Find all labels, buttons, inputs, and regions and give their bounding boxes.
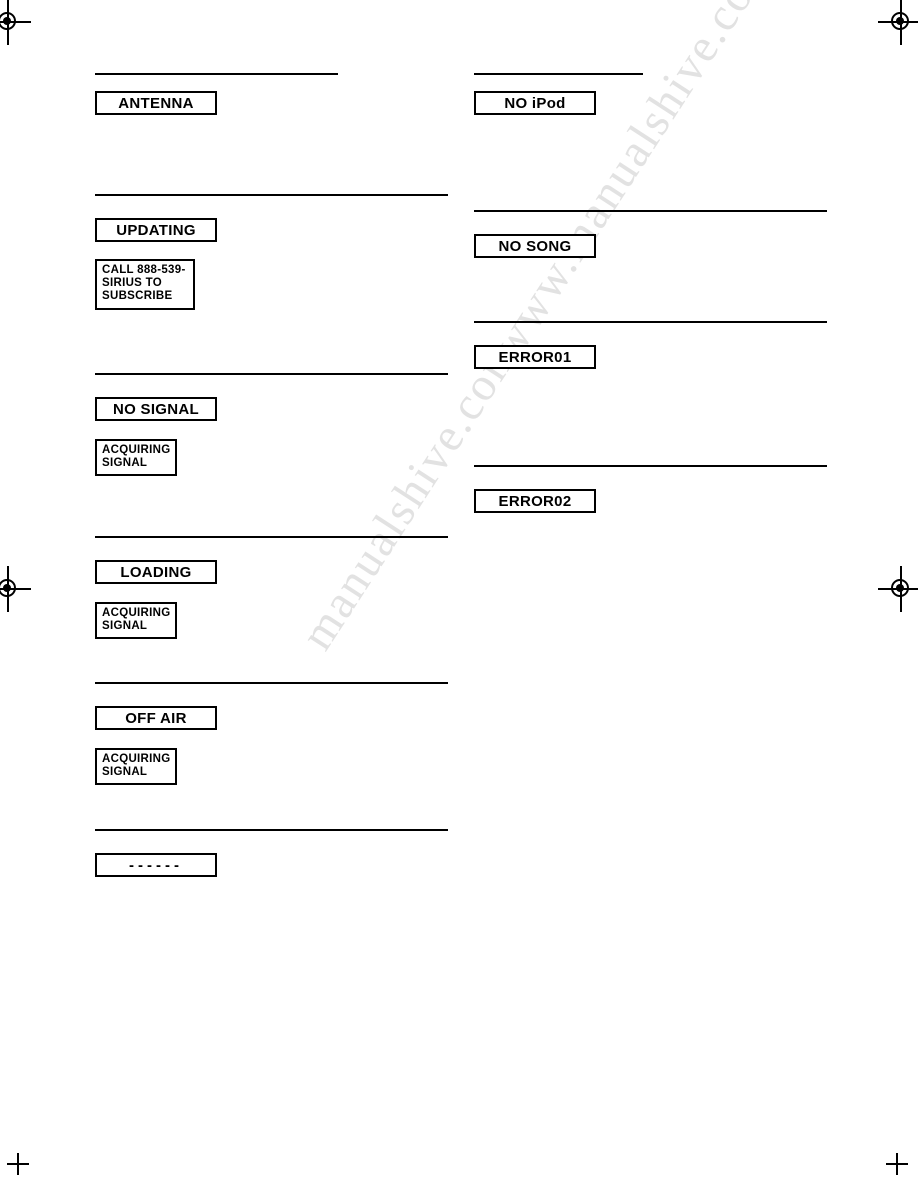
display-submessage-line: SUBSCRIBE [102, 290, 173, 303]
display-message-error02: ERROR02 [474, 489, 596, 513]
display-message-no-signal: NO SIGNAL [95, 397, 217, 421]
display-message-dashes: ------ [95, 853, 217, 877]
display-submessage-line: ACQUIRING [102, 753, 171, 765]
display-message-no-ipod: NO iPod [474, 91, 596, 115]
watermark-line-1: www.manualshive.com [480, 0, 786, 369]
watermark: www.manualshive.com manualshive.com [150, 0, 790, 890]
section-rule-no-ipod [474, 73, 643, 75]
crop-mark-horizontal-line [7, 1163, 29, 1165]
display-submessage-line: SIGNAL [102, 457, 148, 470]
section-rule-off-air [95, 682, 448, 684]
registration-mark-dot [3, 584, 11, 592]
section-rule-no-song [474, 210, 827, 212]
display-submessage-acquiring-signal-1: ACQUIRING SIGNAL [95, 439, 177, 477]
crop-mark-horizontal-line [886, 1163, 908, 1165]
manual-page: www.manualshive.com manualshive.com ANTE… [0, 0, 918, 1188]
registration-mark-top-right [878, 0, 918, 45]
display-message-no-song: NO SONG [474, 234, 596, 258]
section-rule-no-signal [95, 373, 448, 375]
section-rule-error02 [474, 465, 827, 467]
display-submessage-line: ACQUIRING [102, 444, 171, 456]
display-submessage-line: ACQUIRING [102, 607, 171, 619]
section-rule-loading [95, 536, 448, 538]
display-message-loading: LOADING [95, 560, 217, 584]
display-submessage-line: CALL 888-539- [102, 264, 186, 276]
display-submessage-line: SIGNAL [102, 766, 148, 779]
display-message-error01: ERROR01 [474, 345, 596, 369]
display-message-antenna: ANTENNA [95, 91, 217, 115]
section-rule-antenna [95, 73, 338, 75]
display-submessage-line: SIGNAL [102, 620, 148, 633]
registration-mark-top-left [0, 0, 31, 45]
registration-mark-dot [896, 17, 904, 25]
registration-mark-middle-right [878, 566, 918, 612]
display-message-off-air: OFF AIR [95, 706, 217, 730]
crop-mark-bottom-right [886, 1153, 908, 1175]
section-rule-dashes [95, 829, 448, 831]
crop-mark-bottom-left [7, 1153, 29, 1175]
registration-mark-middle-left [0, 566, 31, 612]
display-submessage-subscribe: CALL 888-539- SIRIUS TO SUBSCRIBE [95, 259, 195, 310]
section-rule-updating [95, 194, 448, 196]
registration-mark-dot [3, 17, 11, 25]
display-submessage-line: SIRIUS TO [102, 277, 162, 290]
section-rule-error01 [474, 321, 827, 323]
registration-mark-dot [896, 584, 904, 592]
display-submessage-acquiring-signal-2: ACQUIRING SIGNAL [95, 602, 177, 640]
display-submessage-acquiring-signal-3: ACQUIRING SIGNAL [95, 748, 177, 786]
display-message-updating: UPDATING [95, 218, 217, 242]
